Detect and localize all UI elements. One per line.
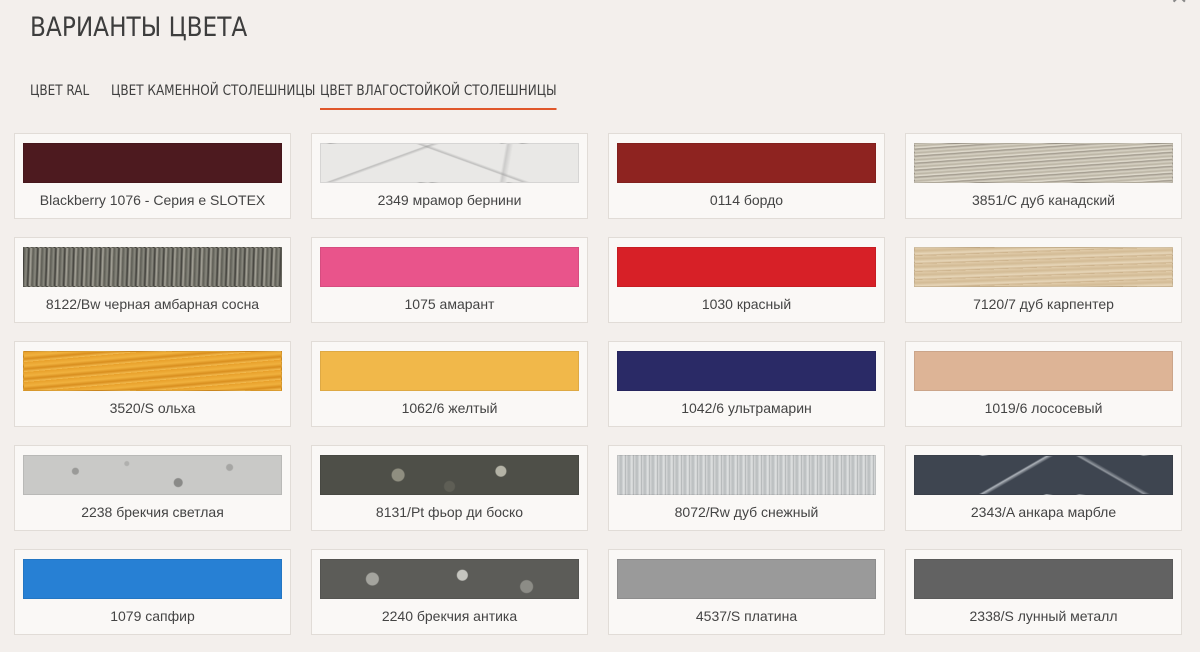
color-swatch [914, 455, 1173, 495]
color-swatch-label: 2343/A анкара марбле [970, 504, 1117, 520]
color-swatch [617, 247, 876, 287]
color-swatch-label: 8072/Rw дуб снежный [674, 504, 819, 520]
close-icon[interactable]: ✕ [1170, 0, 1192, 8]
tab-stone-countertop[interactable]: ЦВЕТ КАМЕННОЙ СТОЛЕШНИЦЫ [111, 80, 315, 110]
color-swatch-label: 1075 амарант [404, 296, 495, 312]
color-swatch [23, 351, 282, 391]
color-swatch-label: 2240 брекчия антика [381, 608, 518, 624]
color-swatch-card[interactable]: 1079 сапфир [14, 549, 291, 635]
color-swatch [617, 143, 876, 183]
color-swatch-label: 1019/6 лососевый [984, 400, 1103, 416]
color-swatch-card[interactable]: 1019/6 лососевый [905, 341, 1182, 427]
color-swatch-label: 1062/6 желтый [401, 400, 498, 416]
color-swatch-card[interactable]: 8122/Bw черная амбарная сосна [14, 237, 291, 323]
color-swatch-label: 0114 бордо [709, 192, 784, 208]
color-swatch-card[interactable]: 1062/6 желтый [311, 341, 588, 427]
color-swatch [23, 559, 282, 599]
color-swatch-label: 3520/S ольха [109, 400, 196, 416]
color-swatch [914, 143, 1173, 183]
color-swatch-label: 7120/7 дуб карпентер [973, 296, 1114, 312]
page-title: ВАРИАНТЫ ЦВЕТА [30, 12, 248, 43]
color-swatch-card[interactable]: 2240 брекчия антика [311, 549, 588, 635]
color-swatch [617, 559, 876, 599]
color-swatch-label: 1030 красный [701, 296, 792, 312]
color-swatch-label: 8131/Pt фьор ди боско [375, 504, 524, 520]
color-swatch [320, 455, 579, 495]
color-swatch-card[interactable]: 4537/S платина [608, 549, 885, 635]
color-swatch [320, 559, 579, 599]
color-swatch-card[interactable]: 2349 мрамор бернини [311, 133, 588, 219]
color-swatch-card[interactable]: 8072/Rw дуб снежный [608, 445, 885, 531]
color-swatch [914, 247, 1173, 287]
color-swatch-label: 3851/С дуб канадский [972, 192, 1115, 208]
color-swatch-card[interactable]: 1075 амарант [311, 237, 588, 323]
color-swatch [23, 143, 282, 183]
color-swatch-card[interactable]: 1042/6 ультрамарин [608, 341, 885, 427]
color-swatch-card[interactable]: 7120/7 дуб карпентер [905, 237, 1182, 323]
color-swatch-card[interactable]: Blackberry 1076 - Серия е SLOTEX [14, 133, 291, 219]
color-swatch-card[interactable]: 2343/A анкара марбле [905, 445, 1182, 531]
color-swatch-card[interactable]: 0114 бордо [608, 133, 885, 219]
color-swatch-label: 2238 брекчия светлая [81, 504, 224, 520]
color-swatch-card[interactable]: 3520/S ольха [14, 341, 291, 427]
color-swatch-label: 2349 мрамор бернини [377, 192, 522, 208]
color-swatch-grid: Blackberry 1076 - Серия е SLOTEX 2349 мра… [14, 133, 1182, 635]
tab-ral[interactable]: ЦВЕТ RAL [30, 80, 89, 110]
color-swatch [320, 247, 579, 287]
color-swatch-label: 4537/S платина [695, 608, 798, 624]
color-swatch-label: 2338/S лунный металл [969, 608, 1118, 624]
color-swatch [23, 455, 282, 495]
color-swatch [914, 559, 1173, 599]
color-swatch [320, 143, 579, 183]
color-swatch [320, 351, 579, 391]
color-swatch-card[interactable]: 3851/С дуб канадский [905, 133, 1182, 219]
color-swatch-label: 1042/6 ультрамарин [681, 400, 812, 416]
tab-moisture-resistant-countertop[interactable]: ЦВЕТ ВЛАГОСТОЙКОЙ СТОЛЕШНИЦЫ [320, 80, 557, 110]
color-swatch-label: Blackberry 1076 - Серия е SLOTEX [39, 192, 266, 208]
color-swatch [617, 455, 876, 495]
color-swatch-card[interactable]: 1030 красный [608, 237, 885, 323]
color-swatch [23, 247, 282, 287]
color-swatch-card[interactable]: 2238 брекчия светлая [14, 445, 291, 531]
color-swatch-card[interactable]: 2338/S лунный металл [905, 549, 1182, 635]
color-swatch-card[interactable]: 8131/Pt фьор ди боско [311, 445, 588, 531]
color-swatch-label: 8122/Bw черная амбарная сосна [45, 296, 260, 312]
color-swatch-label: 1079 сапфир [110, 608, 195, 624]
color-swatch [914, 351, 1173, 391]
color-swatch [617, 351, 876, 391]
